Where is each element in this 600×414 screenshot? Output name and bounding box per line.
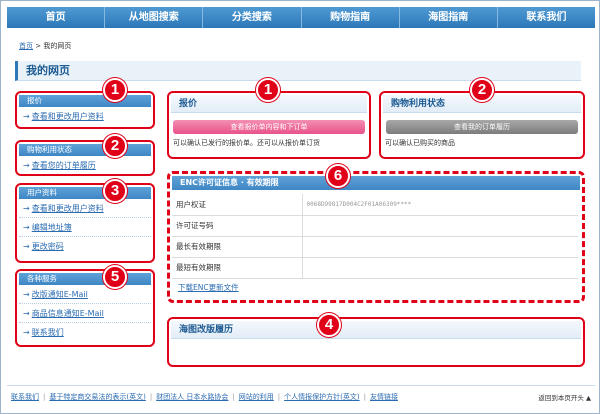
footer-link-contact[interactable]: 联系我们 <box>11 392 39 402</box>
sidebar-link-address-book[interactable]: → 编辑地址簿 <box>19 218 151 236</box>
top-navigation: 首页 从地图搜索 分类搜索 购物指南 海图指南 联系我们 <box>7 7 595 28</box>
footer-link-links[interactable]: 友情链接 <box>370 392 398 402</box>
enc-row-value <box>301 215 578 237</box>
page-frame: 首页 从地图搜索 分类搜索 购物指南 海图指南 联系我们 首页 > 我的网页 我… <box>0 0 600 414</box>
breadcrumb-current: 我的网页 <box>43 42 72 50</box>
view-quote-button[interactable]: 查看报价单内容和下订单 <box>173 120 365 134</box>
sidebar-link-change-password[interactable]: → 更改密码 <box>19 237 151 255</box>
page-title: 我的网页 <box>26 64 70 77</box>
enc-row-value <box>301 236 578 258</box>
callout-badge-2-sidebar: 2 <box>103 134 127 158</box>
breadcrumb-home-link[interactable]: 首页 <box>19 42 33 50</box>
callout-badge-3: 3 <box>103 179 127 203</box>
enc-row-value <box>301 257 578 279</box>
enc-row-label: 用户权证 <box>172 194 302 216</box>
arrow-right-icon: → <box>23 290 30 299</box>
sidebar-link-label: 查看和更改用户资料 <box>31 204 104 213</box>
sidebar-link-product-email[interactable]: → 商品信息通知E-Mail <box>19 304 151 322</box>
footer: 联系我们 | 基于特定商交易法的表示(英文) | 财团法人 日本水路协会 | 网站的利… <box>7 385 595 407</box>
purchase-panel-note: 可以确认已购买的商品 <box>385 139 455 147</box>
breadcrumb: 首页 > 我的网页 <box>19 41 71 51</box>
sidebar-link-view-profile[interactable]: → 查看和更改用户资料 <box>19 107 151 125</box>
callout-badge-1-sidebar: 1 <box>103 78 127 102</box>
arrow-right-icon: → <box>23 223 30 232</box>
sidebar-link-label: 联系我们 <box>31 328 64 337</box>
download-enc-update-link[interactable]: 下载ENC更新文件 <box>170 279 239 293</box>
nav-map-search[interactable]: 从地图搜索 <box>105 7 204 28</box>
enc-row-value: 0068D99817D004C2F01A06309**** <box>301 194 578 216</box>
sidebar-quote-box: 报价 → 查看和更改用户资料 <box>15 91 155 129</box>
callout-badge-6: 6 <box>326 164 350 188</box>
sidebar-link-label: 商品信息通知E-Mail <box>31 309 104 318</box>
breadcrumb-separator: > <box>33 42 44 50</box>
sidebar-purchase-title: 购物利用状态 <box>19 144 151 156</box>
chart-revision-history-panel: 海图改版履历 <box>167 317 585 367</box>
sidebar-link-contact[interactable]: → 联系我们 <box>19 323 151 341</box>
table-row: 用户权证 0068D99817D004C2F01A06309**** <box>172 194 578 216</box>
arrow-right-icon: → <box>23 112 30 121</box>
arrow-right-icon: → <box>23 309 30 318</box>
arrow-right-icon: → <box>23 242 30 251</box>
enc-row-label: 许可证号码 <box>172 215 302 237</box>
sidebar-link-order-history[interactable]: → 查看您的订单履历 <box>19 156 151 174</box>
arrow-right-icon: → <box>23 204 30 213</box>
history-panel-title: 海图改版履历 <box>171 321 581 339</box>
sidebar-services-box: 各种服务 → 改版通知E-Mail → 商品信息通知E-Mail → 联系我们 <box>15 269 155 347</box>
footer-link-site-usage[interactable]: 网站的利用 <box>239 392 274 402</box>
enc-license-table: 用户权证 0068D99817D004C2F01A06309**** 许可证号码… <box>172 194 578 279</box>
enc-license-panel: ENC许可证信息 · 有效期限 用户权证 0068D99817D004C2F01… <box>167 171 585 303</box>
table-row: 许可证号码 <box>172 215 578 237</box>
view-order-history-button[interactable]: 查看我的订单履历 <box>386 120 578 134</box>
sidebar-link-label: 编辑地址簿 <box>31 223 72 232</box>
nav-chart-guide[interactable]: 海图指南 <box>400 7 498 28</box>
sidebar-user-box: 用户资料 → 查看和更改用户资料 → 编辑地址簿 → 更改密码 <box>15 183 155 263</box>
callout-badge-1-panel: 1 <box>256 78 280 102</box>
nav-home[interactable]: 首页 <box>7 7 106 28</box>
table-row: 最长有效期限 <box>172 236 578 258</box>
sidebar-link-label: 更改密码 <box>31 242 64 251</box>
nav-contact[interactable]: 联系我们 <box>498 7 595 28</box>
footer-link-hydrographic-assoc[interactable]: 财团法人 日本水路协会 <box>156 392 228 402</box>
sidebar-quote-title: 报价 <box>19 95 151 107</box>
enc-row-label: 最短有效期限 <box>172 257 302 279</box>
nav-shopping-guide[interactable]: 购物指南 <box>302 7 400 28</box>
callout-badge-5: 5 <box>103 265 127 289</box>
sidebar-services-title: 各种服务 <box>19 273 151 285</box>
sidebar-purchase-box: 购物利用状态 → 查看您的订单履历 <box>15 140 155 176</box>
nav-category-search[interactable]: 分类搜索 <box>203 7 302 28</box>
arrow-right-icon: → <box>23 328 30 337</box>
enc-row-label: 最长有效期限 <box>172 236 302 258</box>
arrow-right-icon: → <box>23 161 30 170</box>
sidebar-link-label: 查看您的订单履历 <box>31 161 96 170</box>
sidebar-link-edit-profile[interactable]: → 查看和更改用户资料 <box>19 199 151 217</box>
table-row: 最短有效期限 <box>172 257 578 279</box>
back-to-top-link[interactable]: 返回到本页开头 ▲ <box>538 392 591 402</box>
footer-link-privacy[interactable]: 个人情报保护方针(英文) <box>284 392 359 402</box>
callout-badge-4: 4 <box>317 313 341 337</box>
page-title-bar: 我的网页 <box>15 61 581 81</box>
callout-badge-2-panel: 2 <box>470 78 494 102</box>
sidebar-link-label: 改版通知E-Mail <box>31 290 88 299</box>
footer-link-commerce-law[interactable]: 基于特定商交易法的表示(英文) <box>49 392 145 402</box>
sidebar-link-label: 查看和更改用户资料 <box>31 112 104 121</box>
enc-panel-title: ENC许可证信息 · 有效期限 <box>172 176 580 190</box>
sidebar-link-revision-email[interactable]: → 改版通知E-Mail <box>19 285 151 303</box>
quote-panel-note: 可以确认已发行的报价单。还可以从报价单订货 <box>173 139 320 147</box>
sidebar-user-title: 用户资料 <box>19 187 151 199</box>
